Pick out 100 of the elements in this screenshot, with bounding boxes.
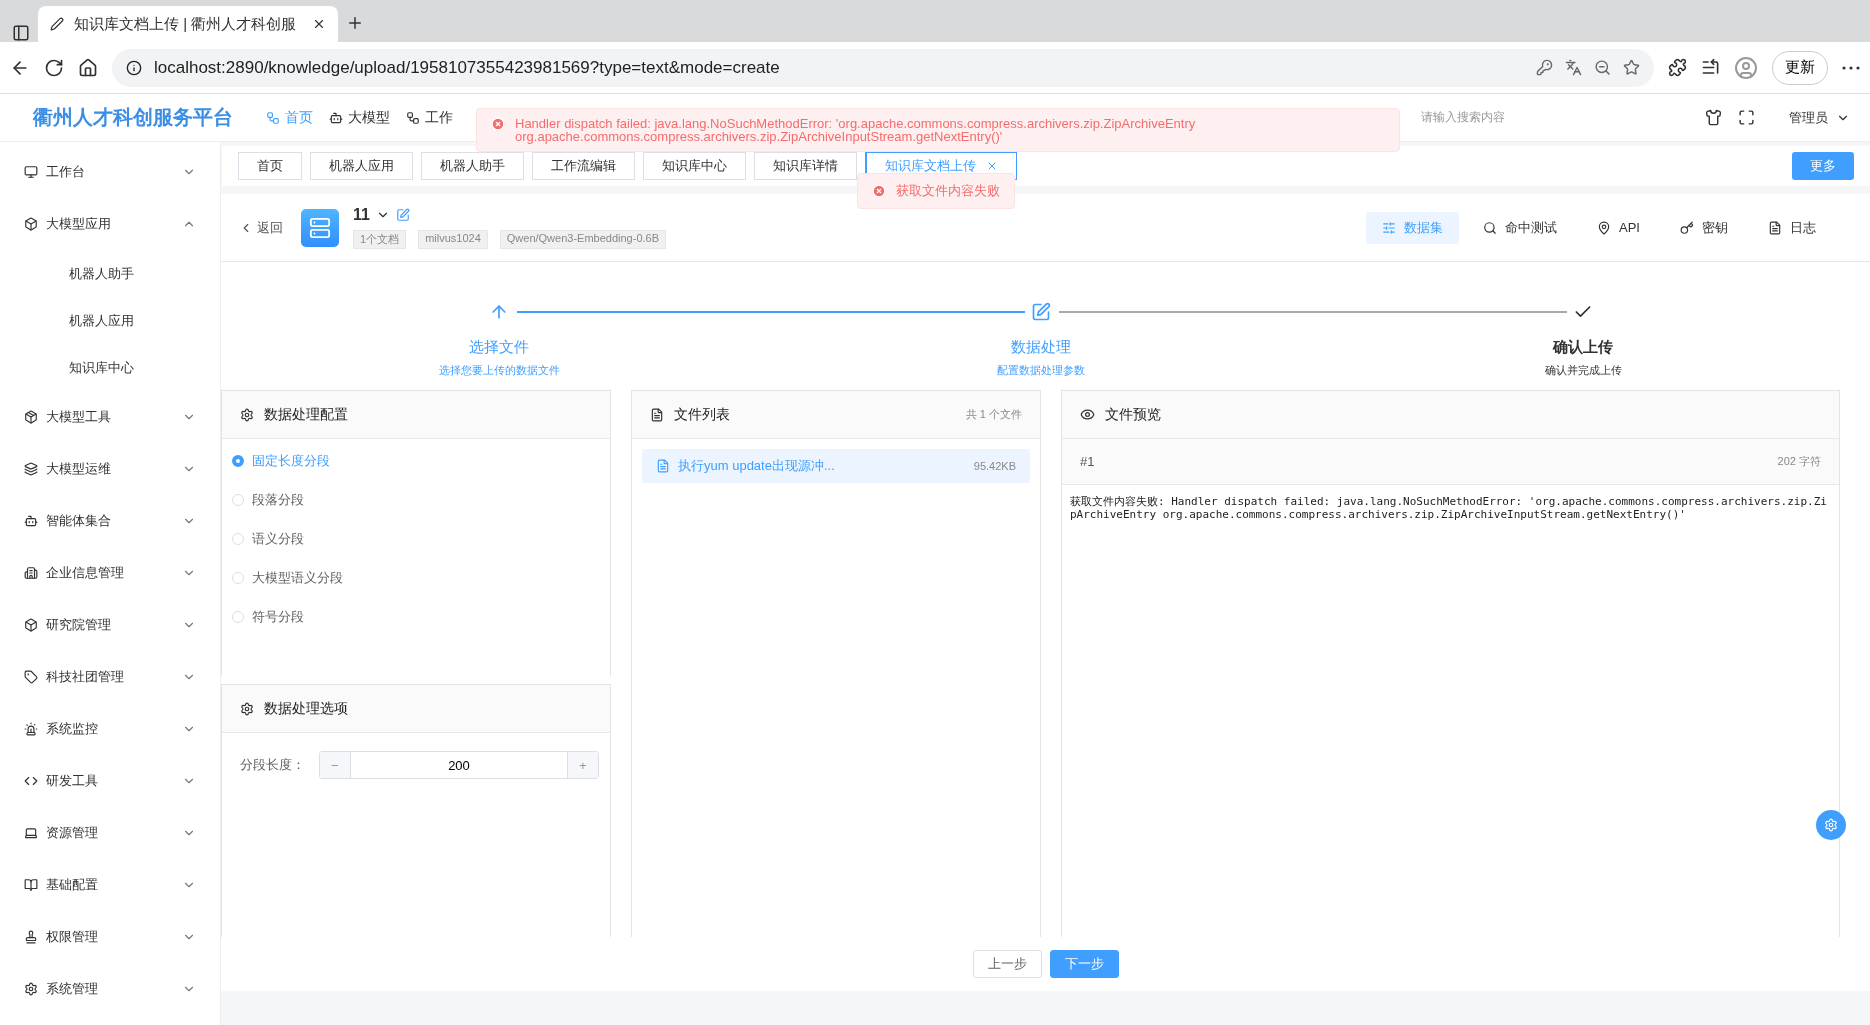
sidebar-icon <box>12 24 30 42</box>
update-button[interactable]: 更新 <box>1772 50 1828 85</box>
favorites-icon <box>1701 58 1720 77</box>
knowledge-base-name: 11 <box>353 206 370 224</box>
sidebar-label: 智能体集合 <box>46 512 111 530</box>
chunk-number: #1 <box>1080 454 1095 469</box>
sidebar-item[interactable]: 研究院管理 <box>0 599 220 651</box>
sidebar-item[interactable]: 大模型运维 <box>0 443 220 495</box>
reload-icon <box>44 57 64 78</box>
radio-label: 语义分段 <box>252 529 304 548</box>
sidebar-label: 企业信息管理 <box>46 564 124 582</box>
zoom-out-icon <box>1594 59 1611 76</box>
sidebar-item[interactable]: 企业信息管理 <box>0 547 220 599</box>
stamp-icon <box>24 930 38 944</box>
sidebar-subitem[interactable]: 知识库中心 <box>0 344 220 391</box>
radio-option[interactable]: 段落分段 <box>222 480 610 519</box>
action-tab[interactable]: 命中测试 <box>1467 211 1574 244</box>
error-icon <box>872 184 886 198</box>
home-icon <box>78 57 98 78</box>
page-tab[interactable]: 机器人应用 <box>310 152 413 180</box>
page-tab[interactable]: 工作流编辑 <box>532 152 635 180</box>
app-logo: 衢州人才科创服务平台 <box>31 105 234 130</box>
sidebar-label: 系统管理 <box>46 980 98 998</box>
sidebar-label: 系统监控 <box>46 720 98 738</box>
file-size: 95.42KB <box>973 460 1016 472</box>
action-tab[interactable]: 密钥 <box>1664 211 1744 244</box>
sidebar-item[interactable]: 权限管理 <box>0 911 220 963</box>
sitemap-icon <box>266 110 280 125</box>
url-text: localhost:2890/knowledge/upload/1958107355423981569?type=text&mode=create <box>154 57 781 78</box>
nav-item[interactable]: 工作 <box>406 108 453 127</box>
sidebar-label: 大模型运维 <box>46 460 111 478</box>
sidebar-item[interactable]: 系统监控 <box>0 703 220 755</box>
back-link[interactable]: 返回 <box>239 218 283 237</box>
panel-title: 数据处理配置 <box>264 405 348 424</box>
char-count: 202 字符 <box>1777 454 1821 469</box>
pin-icon <box>1597 220 1612 235</box>
monitor-icon <box>24 165 38 179</box>
previous-button[interactable]: 上一步 <box>972 950 1042 978</box>
siren-icon <box>24 722 38 736</box>
action-tab[interactable]: API <box>1581 211 1656 244</box>
page-tab[interactable]: 知识库中心 <box>643 152 746 180</box>
step-description: 确认并完成上传 <box>1544 363 1622 378</box>
sidebar-item[interactable]: 基础配置 <box>0 859 220 911</box>
sidebar-label: 研发工具 <box>46 772 98 790</box>
sidebar-label: 研究院管理 <box>46 616 111 634</box>
radio-button[interactable] <box>232 454 244 467</box>
edit-icon <box>395 208 410 222</box>
user-menu[interactable]: 管理员 <box>1789 108 1850 127</box>
action-tab[interactable]: 日志 <box>1752 211 1832 244</box>
sidebar-label: 基础配置 <box>46 876 98 894</box>
building-icon <box>24 566 38 580</box>
more-icon[interactable] <box>1842 65 1860 70</box>
sidebar-item[interactable]: 系统管理 <box>0 963 220 1015</box>
database-icon <box>301 208 339 247</box>
step-description: 选择您要上传的数据文件 <box>438 363 560 378</box>
sidebar-item[interactable]: 智能体集合 <box>0 495 220 547</box>
page-tab[interactable]: 知识库详情 <box>754 152 857 180</box>
address-bar[interactable]: localhost:2890/knowledge/upload/1958107355423981569?type=text&mode=create <box>112 48 1654 87</box>
workflow-icon <box>406 110 420 125</box>
file-count: 共 1 个文件 <box>965 407 1022 422</box>
nav-item[interactable]: 大模型 <box>329 108 390 127</box>
sidebar-label: 科技社团管理 <box>46 668 124 686</box>
radio-option[interactable]: 语义分段 <box>222 519 610 558</box>
page-tab[interactable]: 首页 <box>238 152 302 180</box>
sidebar-item[interactable]: 资源管理 <box>0 807 220 859</box>
info-icon <box>126 59 142 76</box>
search-icon <box>1483 220 1498 235</box>
tag-icon <box>24 670 38 684</box>
page-tab[interactable]: 机器人助手 <box>421 152 524 180</box>
radio-option[interactable]: 符号分段 <box>222 597 610 636</box>
sidebar-subitem[interactable]: 机器人助手 <box>0 250 220 297</box>
laptop-icon <box>24 826 38 840</box>
radio-option[interactable]: 大模型语义分段 <box>222 558 610 597</box>
key-icon <box>1680 220 1694 235</box>
sidebar-subitem[interactable]: 机器人应用 <box>0 297 220 344</box>
robot-icon <box>24 514 38 528</box>
layers-icon <box>24 462 38 476</box>
step-title: 数据处理 <box>1010 338 1072 357</box>
book-icon <box>24 878 38 892</box>
step-title: 选择文件 <box>468 338 530 357</box>
sidebar-item[interactable]: 工作台 <box>0 146 220 198</box>
robot-icon <box>329 110 343 125</box>
key-icon <box>1536 59 1553 76</box>
fullscreen-icon <box>1738 109 1755 126</box>
gear-icon <box>1824 818 1838 832</box>
close-icon <box>986 160 998 172</box>
sidebar-item[interactable]: 大模型工具 <box>0 391 220 443</box>
new-tab-icon <box>346 14 364 32</box>
sidebar-item[interactable]: 科技社团管理 <box>0 651 220 703</box>
panel-title: 数据处理选项 <box>264 699 348 718</box>
profile-icon <box>1734 55 1758 80</box>
sidebar-item[interactable]: 大模型应用 <box>0 198 220 250</box>
sidebar-item[interactable]: 研发工具 <box>0 755 220 807</box>
sidebar-label: 权限管理 <box>46 928 98 946</box>
document-icon <box>650 407 664 422</box>
browser-tab[interactable]: 知识库文档上传 | 衢州人才科创服 <box>38 6 338 42</box>
info-tag: 1个文档 <box>353 230 407 249</box>
package-icon <box>24 410 38 424</box>
cube-icon <box>24 217 38 231</box>
star-icon <box>1623 59 1640 76</box>
